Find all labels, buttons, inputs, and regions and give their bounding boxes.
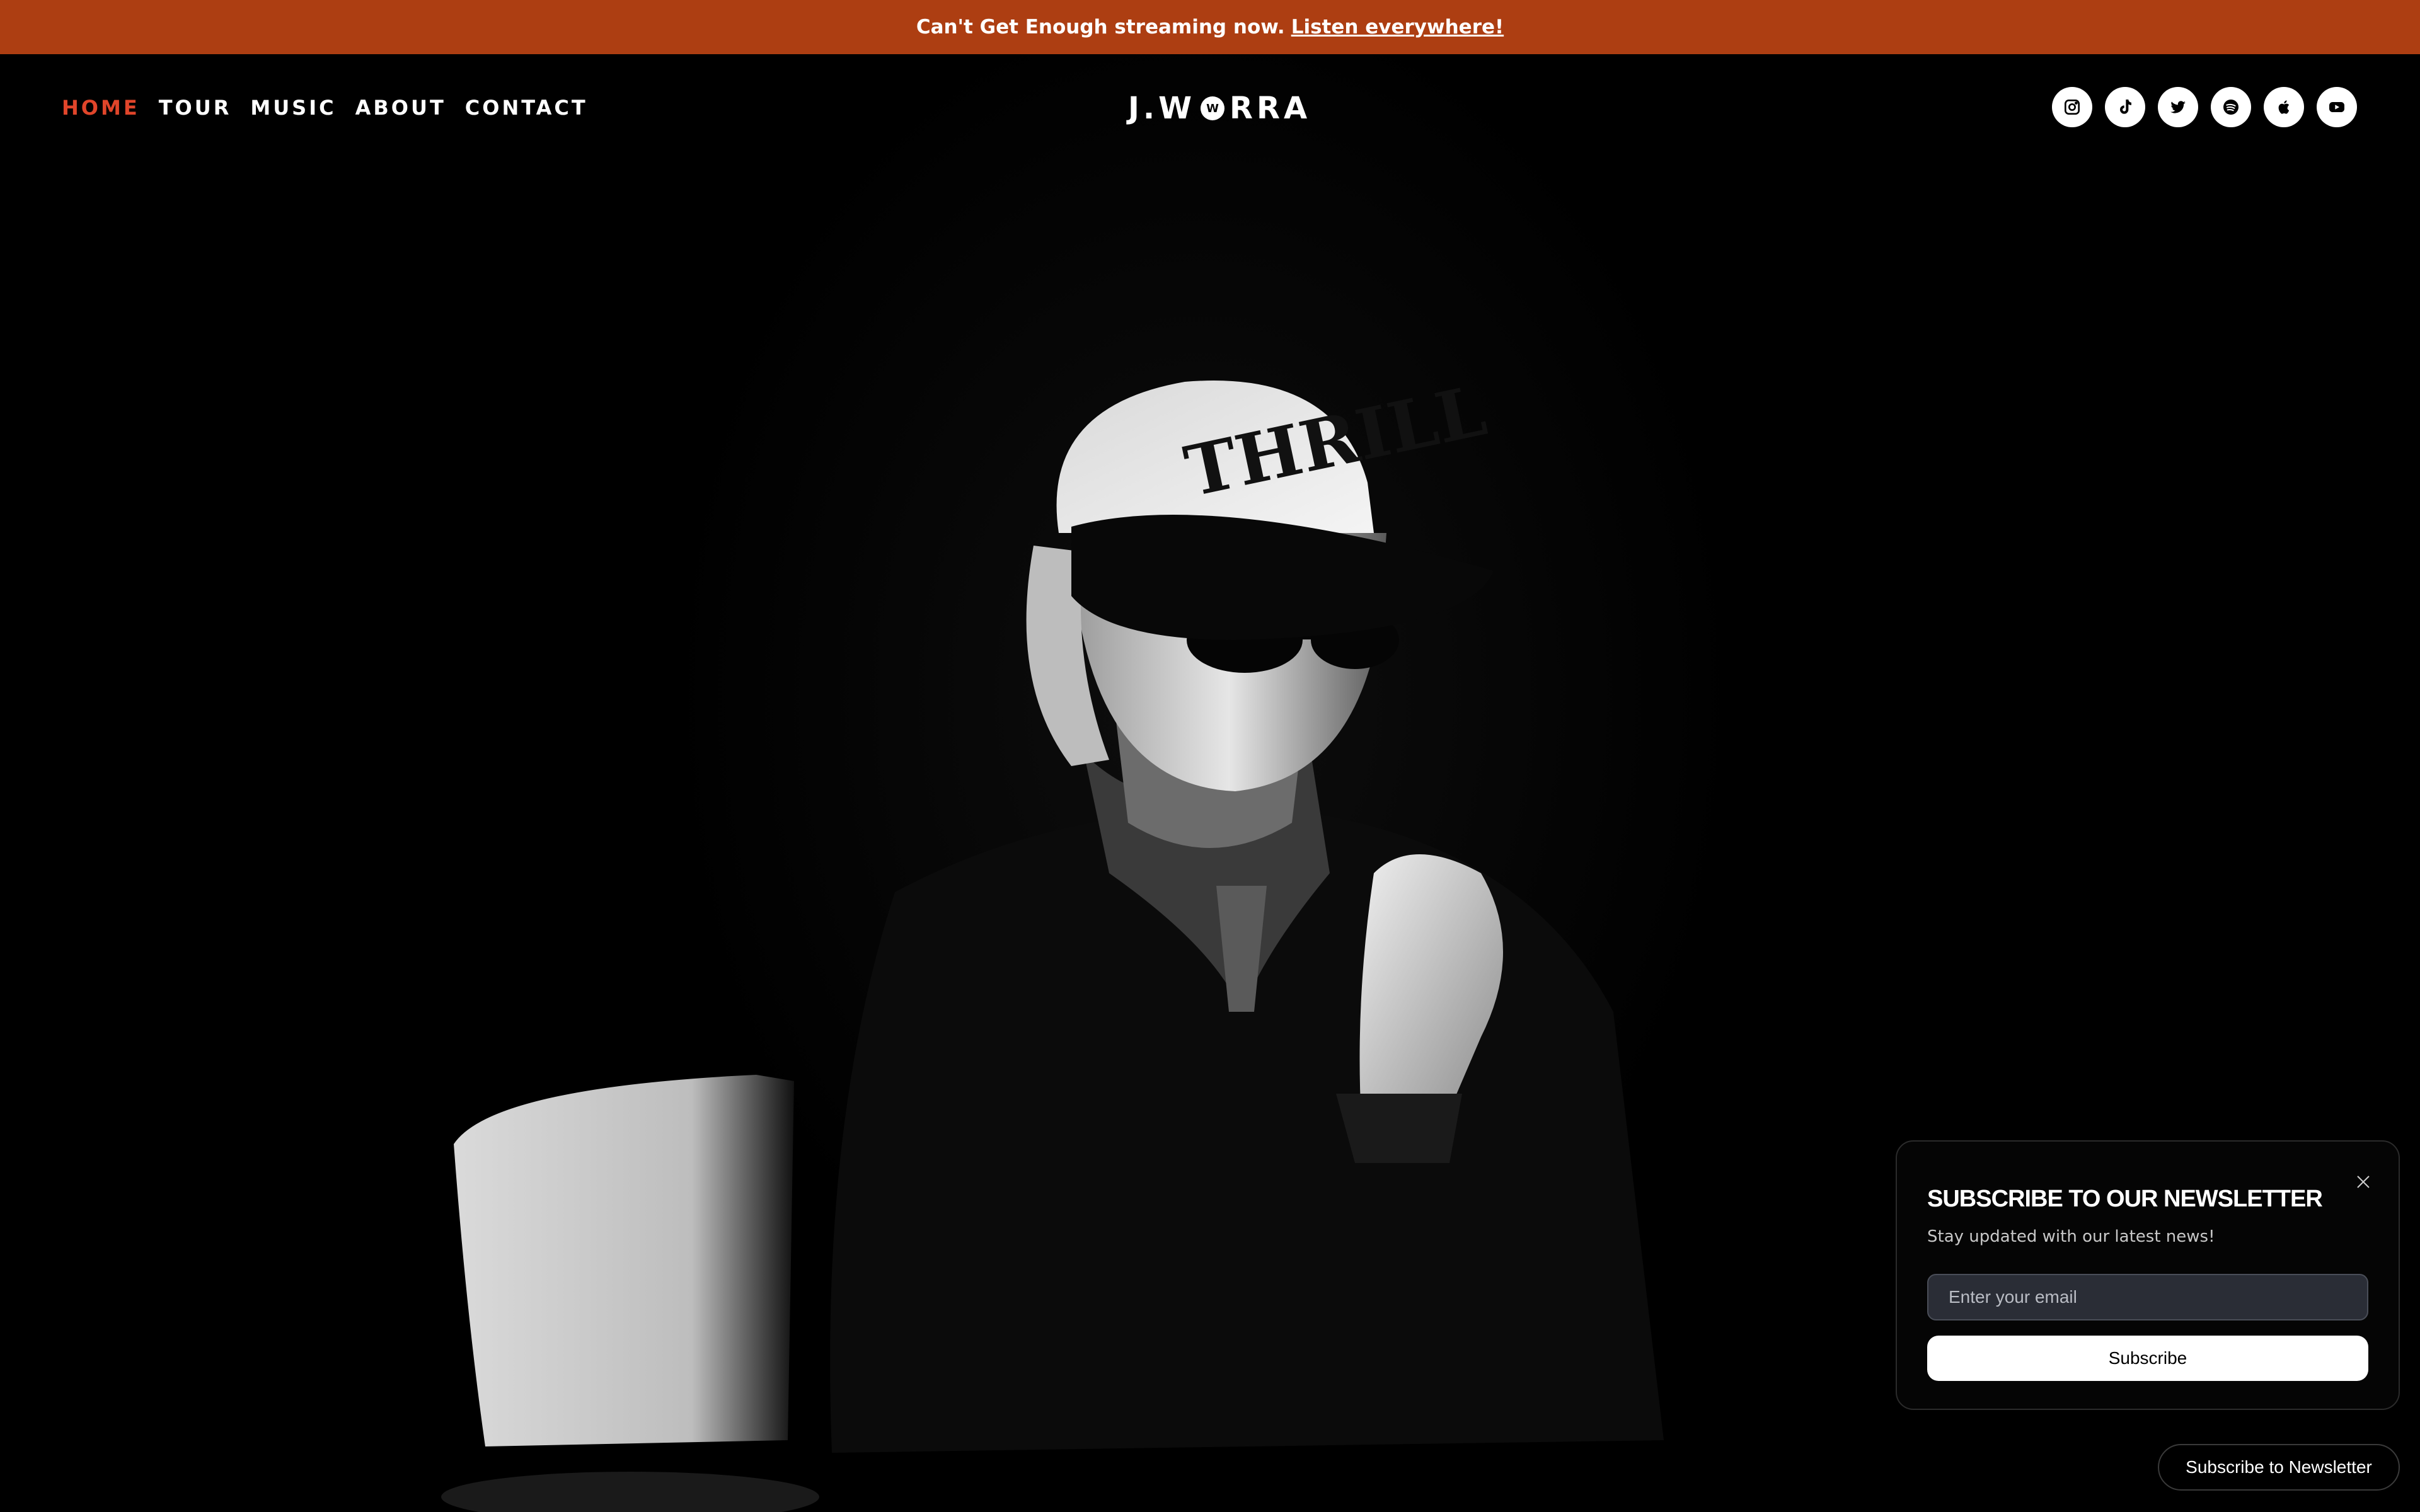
nav-item-contact[interactable]: CONTACT: [465, 96, 588, 120]
spotify-icon[interactable]: [2211, 87, 2251, 127]
site-logo[interactable]: J.W W RRA: [1128, 91, 1311, 126]
twitter-icon[interactable]: [2158, 87, 2198, 127]
nav-item-about[interactable]: ABOUT: [355, 96, 446, 120]
logo-mark: W: [1201, 96, 1225, 120]
listen-everywhere-link[interactable]: Listen everywhere!: [1291, 16, 1504, 38]
email-field[interactable]: [1927, 1274, 2368, 1320]
close-icon[interactable]: [2351, 1169, 2376, 1194]
site-header: HOME TOUR MUSIC ABOUT CONTACT J.W W RRA: [0, 54, 2420, 161]
logo-text-right: RRA: [1230, 91, 1311, 126]
newsletter-title: SUBSCRIBE TO OUR NEWSLETTER: [1927, 1186, 2323, 1212]
logo-text-left: J.W: [1128, 91, 1196, 126]
nav-item-tour[interactable]: TOUR: [159, 96, 232, 120]
youtube-icon[interactable]: [2317, 87, 2357, 127]
newsletter-subtitle: Stay updated with our latest news!: [1927, 1227, 2215, 1246]
subscribe-button[interactable]: Subscribe: [1927, 1336, 2368, 1381]
apple-music-icon[interactable]: [2264, 87, 2304, 127]
nav-item-home[interactable]: HOME: [62, 96, 140, 120]
nav-item-music[interactable]: MUSIC: [250, 96, 336, 120]
social-links: [2052, 87, 2357, 127]
main-nav: HOME TOUR MUSIC ABOUT CONTACT: [62, 96, 588, 120]
newsletter-popup: SUBSCRIBE TO OUR NEWSLETTER Stay updated…: [1896, 1140, 2400, 1410]
tiktok-icon[interactable]: [2105, 87, 2145, 127]
announcement-bar: Can't Get Enough streaming now. Listen e…: [0, 0, 2420, 54]
instagram-icon[interactable]: [2052, 87, 2092, 127]
subscribe-to-newsletter-button[interactable]: Subscribe to Newsletter: [2158, 1444, 2400, 1491]
announcement-text: Can't Get Enough streaming now.: [916, 16, 1285, 38]
